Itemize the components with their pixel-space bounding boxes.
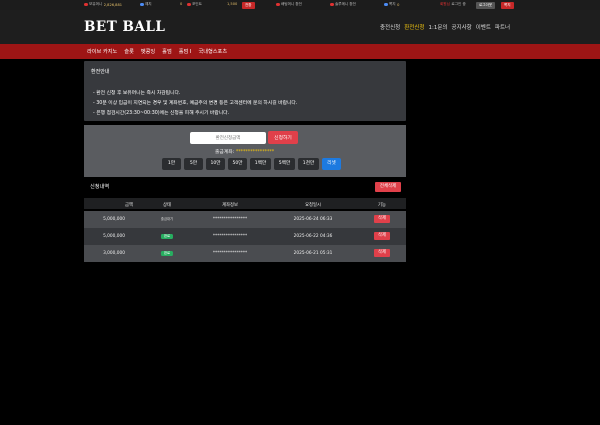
message-label: 쪽지: [389, 2, 396, 6]
sol-icon: [330, 2, 334, 7]
status-badge: 완료: [160, 250, 174, 256]
casino-info: 0: [180, 2, 182, 6]
bet-icon: [276, 2, 280, 7]
quick-amount-buttons: 1만 5만 10만 50만 1백만 5백만 1천만 리셋: [162, 158, 341, 170]
quick-amount-button[interactable]: 1천만: [298, 158, 319, 170]
row-amount: 5,000,000: [103, 217, 125, 222]
account-value: ****************: [235, 150, 275, 155]
history-title: 신청내역: [90, 184, 110, 190]
nav-deposit[interactable]: 충전신청: [380, 23, 400, 31]
point-value: 1,500: [227, 2, 238, 6]
wallet-icon: [84, 2, 88, 7]
quick-amount-button[interactable]: 50만: [228, 158, 247, 170]
message-count: 0: [397, 2, 400, 7]
withdraw-notice-panel: 환전안내 - 환전 신청 후 보유머니는 즉시 차감됩니다. - 30분 이상 …: [84, 61, 406, 121]
game-nav-sports[interactable]: 국내형스포츠: [198, 48, 227, 55]
col-account: 계좌정보: [222, 202, 238, 208]
nav-event[interactable]: 이벤트: [476, 23, 491, 31]
row-date: 2025-06-24 06:33: [293, 217, 333, 222]
withdraw-amount-input[interactable]: [190, 132, 266, 144]
row-delete-button[interactable]: 삭제: [374, 215, 390, 223]
account-info: 출금계좌: ****************: [215, 148, 274, 155]
row-delete-button[interactable]: 삭제: [374, 232, 390, 240]
message-icon: [384, 2, 388, 7]
status-badge: 완료: [160, 233, 174, 239]
money-label: 보유머니: [89, 2, 103, 6]
nav-inquiry[interactable]: 1:1문의: [429, 23, 448, 31]
game-nav-slot[interactable]: 슬롯: [124, 48, 134, 55]
nav-partner[interactable]: 파트너: [495, 23, 510, 31]
main-nav: 충전신청 환전신청 1:1문의 공지사항 이벤트 파트너: [380, 23, 510, 31]
row-account: ****************: [212, 251, 248, 256]
row-date: 2025-06-22 04:36: [293, 234, 333, 239]
row-amount: 3,000,000: [103, 251, 125, 256]
col-action: 기능: [378, 202, 386, 208]
messages-button-label: 쪽지: [504, 2, 511, 7]
game-nav-live-casino[interactable]: 라이브 카지노: [87, 48, 117, 55]
row-delete-button[interactable]: 삭제: [374, 249, 390, 257]
point-info: 포인트: [187, 2, 202, 7]
status-badge: 출금대기: [160, 216, 174, 221]
delete-all-button[interactable]: 전체삭제: [375, 182, 401, 192]
money-info: 보유머니 2,826,881: [84, 2, 122, 7]
row-date: 2025-06-21 05:31: [293, 251, 333, 256]
quick-amount-button[interactable]: 5만: [184, 158, 203, 170]
game-nav-betcon[interactable]: 벳콩잉: [141, 48, 155, 55]
deposit-label: 예치: [145, 2, 152, 6]
notice-line: - 환전 신청 후 보유머니는 즉시 차감됩니다.: [93, 91, 181, 96]
logout-button[interactable]: 로그아웃: [476, 1, 496, 9]
quick-amount-button[interactable]: 1백만: [250, 158, 271, 170]
quick-amount-button[interactable]: 5백만: [274, 158, 295, 170]
game-nav-holdem[interactable]: 홀덤: [162, 48, 172, 55]
table-row: 5,000,000 완료 **************** 2025-06-22…: [84, 228, 406, 245]
convert-button[interactable]: 전환: [242, 1, 255, 9]
deposit-link[interactable]: 예치: [140, 2, 152, 7]
nav-notice[interactable]: 공지사항: [451, 23, 471, 31]
nav-withdraw[interactable]: 환전신청: [404, 23, 424, 31]
notice-line: - 은행 점검시간(23:30~00:30)에는 신청을 피해 주시기 바랍니다…: [93, 111, 230, 116]
user-info: 회원님 로그인 중: [440, 2, 466, 7]
game-nav-holdem-1[interactable]: 홀덤 I: [179, 48, 192, 55]
col-amount: 금액: [125, 202, 133, 208]
table-row: 5,000,000 출금대기 **************** 2025-06-…: [84, 211, 406, 228]
site-logo[interactable]: BET BALL: [84, 19, 165, 35]
point-label: 포인트: [192, 2, 202, 6]
bet-money-label: 배팅머니 환전: [281, 2, 302, 6]
history-table-header: 금액 상태 계좌정보 요청일시 기능: [84, 198, 406, 209]
account-label: 출금계좌:: [215, 150, 235, 155]
top-status-bar: 보유머니 2,826,881 예치 0 포인트 1,500 전환 배팅머니 환전…: [0, 0, 600, 10]
row-amount: 5,000,000: [103, 234, 125, 239]
bet-money-link[interactable]: 배팅머니 환전: [276, 2, 302, 7]
messages-button[interactable]: 쪽지: [501, 1, 514, 9]
quick-amount-button[interactable]: 10만: [206, 158, 225, 170]
col-status: 상태: [163, 202, 171, 208]
message-link[interactable]: 쪽지 0: [384, 2, 399, 7]
point-icon: [187, 2, 191, 7]
quick-amount-button[interactable]: 1만: [162, 158, 181, 170]
user-name: 회원님: [440, 2, 450, 6]
table-row: 3,000,000 완료 **************** 2025-06-21…: [84, 245, 406, 262]
welcome-text: 로그인 중: [451, 2, 466, 6]
submit-button[interactable]: 신청하기: [268, 131, 298, 144]
notice-line: - 30분 이상 입금이 지연되는 경우 및 계좌번호, 예금주의 변경 등은 …: [93, 101, 298, 106]
col-date: 요청일시: [305, 202, 321, 208]
sol-money-label: 솔루메니 환전: [335, 2, 356, 6]
game-nav: 라이브 카지노 슬롯 벳콩잉 홀덤 홀덤 I 국내형스포츠: [0, 44, 600, 59]
sol-money-link[interactable]: 솔루메니 환전: [330, 2, 356, 7]
reset-button[interactable]: 리셋: [322, 158, 341, 170]
money-value: 2,826,881: [103, 2, 123, 7]
row-account: ****************: [212, 217, 248, 222]
casino-count: 0: [180, 2, 183, 6]
deposit-icon: [140, 2, 144, 7]
withdraw-form: 신청하기 출금계좌: **************** 1만 5만 10만 50…: [84, 125, 406, 177]
point-value-wrap: 1,500: [227, 2, 237, 6]
site-header: BET BALL 충전신청 환전신청 1:1문의 공지사항 이벤트 파트너: [0, 10, 600, 44]
notice-title: 환전안내: [91, 69, 110, 75]
row-account: ****************: [212, 234, 248, 239]
